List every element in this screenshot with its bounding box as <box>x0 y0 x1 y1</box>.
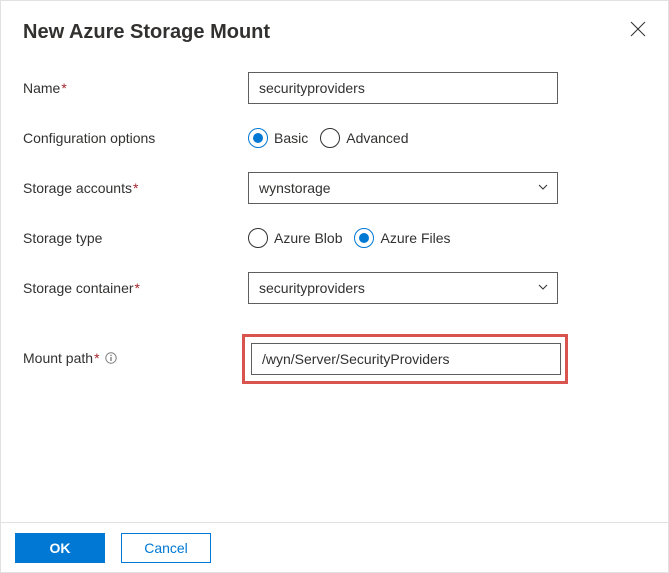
label-config-options: Configuration options <box>23 130 248 146</box>
radio-advanced[interactable]: Advanced <box>320 128 408 148</box>
row-name: Name* <box>23 72 646 104</box>
chevron-down-icon <box>537 180 549 196</box>
ok-button[interactable]: OK <box>15 533 105 563</box>
radio-azure-files-label: Azure Files <box>380 230 450 246</box>
info-icon[interactable] <box>105 351 117 367</box>
new-storage-mount-dialog: New Azure Storage Mount Name* Configurat… <box>1 1 668 572</box>
storage-type-group: Azure Blob Azure Files <box>248 228 558 248</box>
required-mark: * <box>94 350 99 366</box>
required-mark: * <box>61 80 66 96</box>
storage-accounts-value: wynstorage <box>259 180 331 196</box>
label-mount-path-text: Mount path <box>23 350 93 366</box>
row-mount-path: Mount path* <box>23 334 646 384</box>
required-mark: * <box>133 180 138 196</box>
label-storage-accounts-text: Storage accounts <box>23 180 132 196</box>
label-storage-accounts: Storage accounts* <box>23 180 248 196</box>
mount-path-input[interactable] <box>251 343 561 375</box>
radio-advanced-label: Advanced <box>346 130 408 146</box>
row-storage-accounts: Storage accounts* wynstorage <box>23 172 646 204</box>
label-storage-container-text: Storage container <box>23 280 134 296</box>
radio-basic[interactable]: Basic <box>248 128 308 148</box>
label-name-text: Name <box>23 80 60 96</box>
radio-basic-label: Basic <box>274 130 308 146</box>
storage-accounts-select[interactable]: wynstorage <box>248 172 558 204</box>
row-storage-container: Storage container* securityproviders <box>23 272 646 304</box>
required-mark: * <box>135 280 140 296</box>
label-name: Name* <box>23 80 248 96</box>
storage-container-select[interactable]: securityproviders <box>248 272 558 304</box>
radio-azure-blob-label: Azure Blob <box>274 230 342 246</box>
config-options-group: Basic Advanced <box>248 128 558 148</box>
chevron-down-icon <box>537 280 549 296</box>
dialog-title: New Azure Storage Mount <box>23 21 646 44</box>
label-mount-path: Mount path* <box>23 350 248 367</box>
close-icon[interactable] <box>630 21 646 37</box>
cancel-button[interactable]: Cancel <box>121 533 211 563</box>
radio-icon <box>354 228 374 248</box>
mount-path-highlight <box>242 334 568 384</box>
dialog-button-bar: OK Cancel <box>1 522 668 572</box>
row-storage-type: Storage type Azure Blob Azure Files <box>23 228 646 248</box>
label-storage-container: Storage container* <box>23 280 248 296</box>
label-storage-type: Storage type <box>23 230 248 246</box>
radio-azure-files[interactable]: Azure Files <box>354 228 450 248</box>
name-input[interactable] <box>248 72 558 104</box>
storage-container-value: securityproviders <box>259 280 365 296</box>
radio-icon <box>320 128 340 148</box>
radio-icon <box>248 128 268 148</box>
row-config-options: Configuration options Basic Advanced <box>23 128 646 148</box>
radio-azure-blob[interactable]: Azure Blob <box>248 228 342 248</box>
radio-icon <box>248 228 268 248</box>
